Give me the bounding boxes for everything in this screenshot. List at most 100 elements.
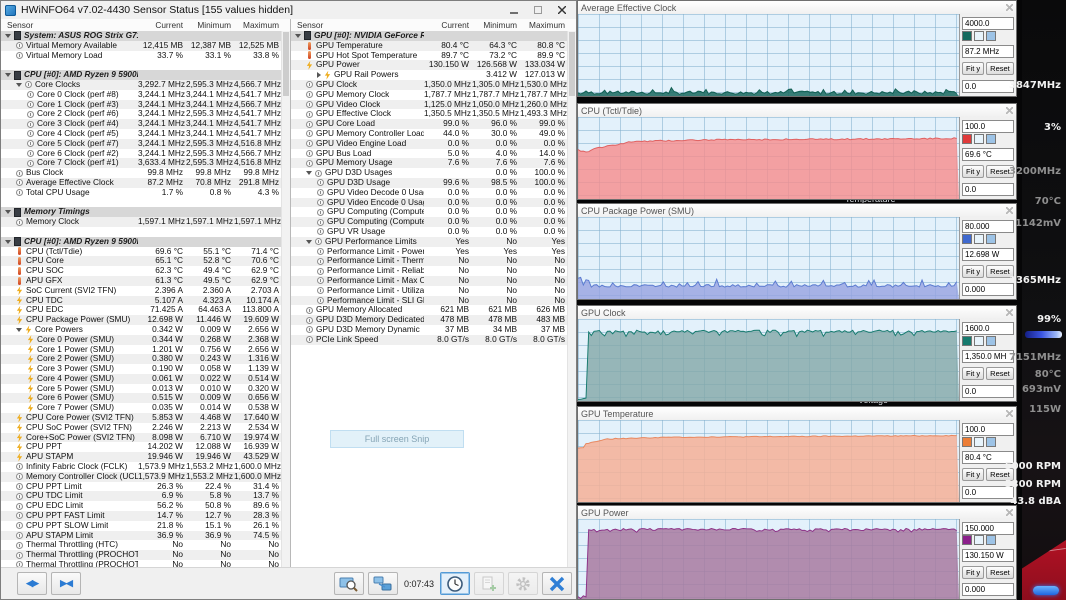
expand-caret[interactable] (306, 240, 312, 244)
sensor-row[interactable]: GPU D3D Usages0.0 %100.0 % (291, 168, 568, 178)
sensor-row[interactable]: GPU Video Decode 0 Usage0.0 %0.0 %0.0 % (291, 188, 568, 198)
sensor-group-row[interactable]: GPU [#0]: NVIDIA GeForce RTX 3070 Mobi..… (291, 31, 568, 41)
scrollbar-left-pane[interactable] (281, 31, 290, 568)
fit-y-button[interactable]: Fit y (962, 468, 984, 481)
ymax-input[interactable] (962, 120, 1014, 133)
graph-titlebar[interactable]: CPU Package Power (SMU) (578, 204, 1016, 217)
sensor-row[interactable]: Memory Controller Clock (UCLK)1,573.9 MH… (1, 472, 282, 482)
sensor-row[interactable]: Virtual Memory Load33.7 %33.1 %33.8 % (1, 51, 282, 61)
minimize-button[interactable] (502, 3, 526, 17)
sensor-row[interactable]: Core Powers0.342 W0.009 W2.656 W (1, 325, 282, 335)
sensor-row[interactable]: CPU Core Power (SVI2 TFN)5.853 W4.468 W1… (1, 413, 282, 423)
maximize-button[interactable] (526, 3, 550, 17)
sensor-row[interactable]: APU GFX61.3 °C49.5 °C62.9 °C (1, 276, 282, 286)
sensor-row[interactable]: Performance Limit - Reliability VoltageN… (291, 266, 568, 276)
background-color-swatch[interactable] (974, 134, 984, 144)
reset-button[interactable]: Reset (986, 367, 1014, 380)
graph-titlebar[interactable]: GPU Clock (578, 306, 1016, 319)
sensor-row[interactable]: CPU SoC Power (SVI2 TFN)2.246 W2.213 W2.… (1, 423, 282, 433)
expand-caret[interactable] (5, 73, 11, 77)
sensor-row[interactable]: Core 7 Power (SMU)0.035 W0.014 W0.538 W (1, 403, 282, 413)
sensor-row[interactable]: CPU Package Power (SMU)12.698 W11.446 W1… (1, 315, 282, 325)
sensor-row[interactable]: CPU TDC5.107 A4.323 A10.174 A (1, 296, 282, 306)
background-color-swatch[interactable] (974, 535, 984, 545)
column-header-maximum[interactable]: Maximum (234, 19, 282, 31)
column-header-sensor[interactable]: Sensor (291, 19, 424, 31)
sensor-row[interactable]: Core 0 Power (SMU)0.344 W0.268 W2.368 W (1, 335, 282, 345)
fit-y-button[interactable]: Fit y (962, 62, 984, 75)
background-color-swatch[interactable] (974, 234, 984, 244)
ymax-input[interactable] (962, 522, 1014, 535)
column-header-current[interactable]: Current (424, 19, 472, 31)
expand-caret[interactable] (5, 210, 11, 214)
close-icon[interactable] (1006, 509, 1013, 516)
sensor-row[interactable]: Core 7 Clock (perf #1)3,633.4 MHz2,595.3… (1, 158, 282, 168)
new-log-button[interactable] (474, 572, 504, 595)
background-color-swatch[interactable] (974, 336, 984, 346)
sensor-row[interactable]: GPU Memory Controller Load44.0 %30.0 %49… (291, 129, 568, 139)
close-icon[interactable] (1006, 410, 1013, 417)
sensor-row[interactable]: Core 1 Power (SMU)1.201 W0.756 W2.656 W (1, 345, 282, 355)
fit-y-button[interactable]: Fit y (962, 367, 984, 380)
sensor-row[interactable]: GPU Bus Load5.0 %4.0 %14.0 % (291, 149, 568, 159)
grid-color-swatch[interactable] (986, 535, 996, 545)
column-header-maximum[interactable]: Maximum (520, 19, 568, 31)
column-header-minimum[interactable]: Minimum (186, 19, 234, 31)
close-icon[interactable] (1006, 207, 1013, 214)
background-color-swatch[interactable] (974, 31, 984, 41)
sensor-row[interactable]: Core 6 Power (SMU)0.515 W0.009 W0.656 W (1, 393, 282, 403)
background-color-swatch[interactable] (974, 437, 984, 447)
column-header-current[interactable]: Current (138, 19, 186, 31)
sensor-row[interactable]: Average Effective Clock87.2 MHz70.8 MHz2… (1, 178, 282, 188)
remote-sensors-button[interactable] (368, 572, 398, 595)
close-icon[interactable] (1006, 107, 1013, 114)
graph-titlebar[interactable]: GPU Power (578, 506, 1016, 519)
collapse-columns-button[interactable]: ◀▶ (17, 572, 47, 595)
screen-capture-button[interactable] (334, 572, 364, 595)
sensor-row[interactable]: Total CPU Usage1.7 %0.8 %4.3 % (1, 188, 282, 198)
column-header-minimum[interactable]: Minimum (472, 19, 520, 31)
sensor-row[interactable]: GPU Temperature80.4 °C64.3 °C80.8 °C (291, 41, 568, 51)
sensor-row[interactable]: GPU Video Engine Load0.0 %0.0 %0.0 % (291, 139, 568, 149)
sensor-row[interactable]: CPU PPT14.202 W12.088 W16.939 W (1, 442, 282, 452)
fit-y-button[interactable]: Fit y (962, 165, 984, 178)
close-icon[interactable] (1006, 309, 1013, 316)
scrollbar-thumb[interactable] (569, 32, 575, 96)
reset-button[interactable]: Reset (986, 566, 1014, 579)
sensor-row[interactable]: GPU VR Usage0.0 %0.0 %0.0 % (291, 227, 568, 237)
close-icon[interactable] (1006, 4, 1013, 11)
scrollbar-right-pane[interactable] (567, 31, 576, 568)
scrollbar-thumb[interactable] (283, 32, 289, 96)
sensor-row[interactable]: Core 5 Power (SMU)0.013 W0.010 W0.320 W (1, 384, 282, 394)
sensor-row[interactable]: Thermal Throttling (PROCHOT CPU)NoNoNo (1, 550, 282, 560)
ymin-input[interactable] (962, 385, 1014, 398)
sensor-row[interactable]: CPU (Tctl/Tdie)69.6 °C55.1 °C71.4 °C (1, 247, 282, 257)
expand-caret[interactable] (5, 34, 11, 38)
window-titlebar[interactable]: HWiNFO64 v7.02-4430 Sensor Status [155 v… (1, 1, 576, 20)
series-color-swatch[interactable] (962, 234, 972, 244)
expand-caret[interactable] (295, 34, 301, 38)
grid-color-swatch[interactable] (986, 437, 996, 447)
ymax-input[interactable] (962, 220, 1014, 233)
sensor-row[interactable]: Thermal Throttling (HTC)NoNoNo (1, 540, 282, 550)
ymin-input[interactable] (962, 583, 1014, 596)
sensor-row[interactable]: CPU Core65.1 °C52.8 °C70.6 °C (1, 256, 282, 266)
grid-color-swatch[interactable] (986, 336, 996, 346)
current-value-input[interactable] (962, 148, 1014, 161)
series-color-swatch[interactable] (962, 31, 972, 41)
expand-caret[interactable] (16, 83, 22, 87)
series-color-swatch[interactable] (962, 535, 972, 545)
sensor-row[interactable]: Memory Clock1,597.1 MHz1,597.1 MHz1,597.… (1, 217, 282, 227)
sensor-row[interactable]: SoC Current (SVI2 TFN)2.396 A2.360 A2.70… (1, 286, 282, 296)
expand-caret[interactable] (16, 328, 22, 332)
sensor-row[interactable]: GPU D3D Memory Dedicated478 MB478 MB483 … (291, 315, 568, 325)
series-color-swatch[interactable] (962, 134, 972, 144)
grid-color-swatch[interactable] (986, 234, 996, 244)
column-header-sensor[interactable]: Sensor (1, 19, 138, 31)
ymax-input[interactable] (962, 423, 1014, 436)
sensor-row[interactable]: GPU Computing (Compute_0) Usage0.0 %0.0 … (291, 207, 568, 217)
sensor-row[interactable]: CPU SOC62.3 °C49.4 °C62.9 °C (1, 266, 282, 276)
current-value-input[interactable] (962, 45, 1014, 58)
fit-y-button[interactable]: Fit y (962, 265, 984, 278)
current-value-input[interactable] (962, 248, 1014, 261)
